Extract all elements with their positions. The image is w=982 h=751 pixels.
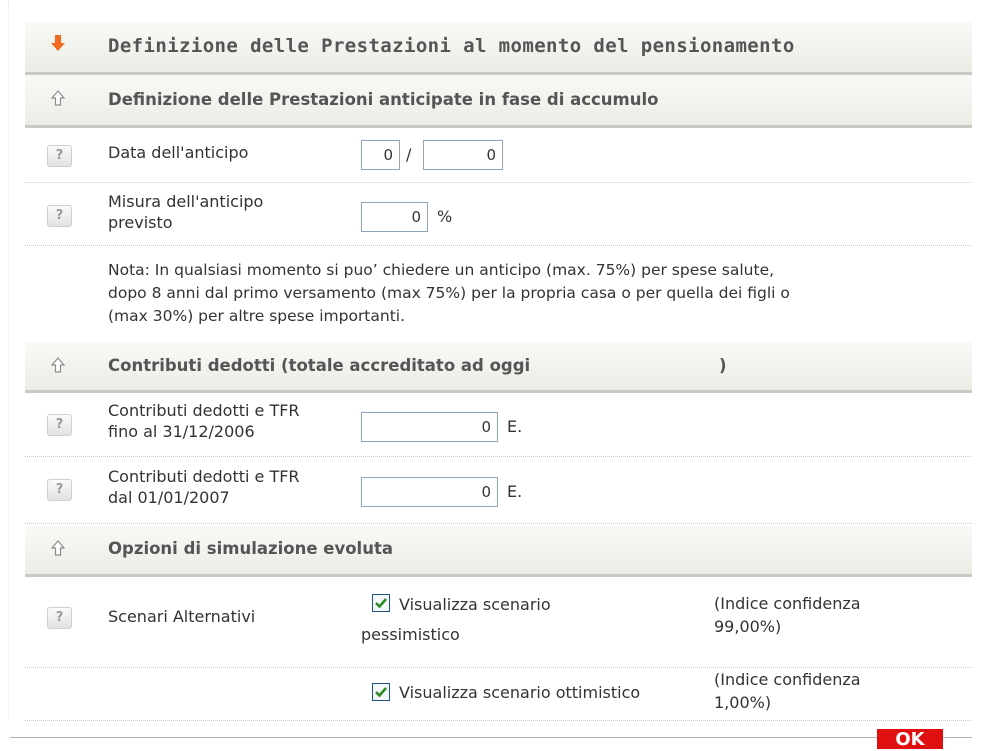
nota-line-2: dopo 8 anni dal primo versamento (max 75… bbox=[108, 284, 790, 302]
nota-line-1: Nota: In qualsiasi momento si puo’ chied… bbox=[108, 261, 775, 279]
contributi-fino-input[interactable] bbox=[361, 412, 498, 442]
pessimistico-checkbox[interactable] bbox=[372, 594, 390, 612]
nota-block: Nota: In qualsiasi momento si puo’ chied… bbox=[25, 248, 972, 340]
percent-unit: % bbox=[437, 207, 453, 226]
data-anticipo-label: Data dell'anticipo bbox=[108, 143, 249, 162]
ottimistico-label: Visualizza scenario ottimistico bbox=[399, 683, 641, 702]
contributi-section-title-close: ) bbox=[719, 356, 727, 375]
misura-anticipo-label-line2: previsto bbox=[108, 213, 173, 232]
data-anticipo-row: ? Data dell'anticipo / bbox=[25, 128, 972, 183]
contributi-dal-row: ? Contributi dedotti e TFR dal 01/01/200… bbox=[25, 457, 972, 524]
anticipate-section-header[interactable]: Definizione delle Prestazioni anticipate… bbox=[25, 75, 972, 128]
contributi-dal-label-line2: dal 01/01/2007 bbox=[108, 488, 230, 507]
ok-button[interactable]: OK bbox=[877, 729, 943, 750]
pessimistico-label-line1: Visualizza scenario bbox=[399, 595, 551, 614]
gray-up-arrow-icon bbox=[51, 90, 65, 106]
pessimistico-confidence-line1: (Indice confidenza bbox=[714, 594, 861, 613]
scenario-ottimistico-row: Visualizza scenario ottimistico (Indice … bbox=[25, 668, 972, 721]
checkmark-icon bbox=[375, 598, 387, 609]
orange-down-arrow-icon bbox=[51, 35, 65, 51]
left-edge-divider bbox=[5, 0, 9, 720]
contributi-dal-label-line1: Contributi dedotti e TFR bbox=[108, 467, 300, 486]
scenario-pessimistico-row: ? Scenari Alternativi Visualizza scenari… bbox=[25, 577, 972, 668]
misura-anticipo-input[interactable] bbox=[361, 202, 428, 232]
main-section-title: Definizione delle Prestazioni al momento… bbox=[108, 35, 795, 57]
pessimistico-confidence-line2: 99,00%) bbox=[714, 617, 782, 636]
help-icon[interactable]: ? bbox=[47, 205, 72, 227]
help-icon[interactable]: ? bbox=[47, 479, 72, 501]
ottimistico-confidence-line1: (Indice confidenza bbox=[714, 670, 861, 689]
data-anticipo-year-input[interactable] bbox=[423, 140, 503, 170]
misura-anticipo-row: ? Misura dell'anticipo previsto % bbox=[25, 183, 972, 246]
date-separator: / bbox=[406, 145, 412, 164]
help-icon[interactable]: ? bbox=[47, 145, 72, 167]
opzioni-section-title: Opzioni di simulazione evoluta bbox=[108, 539, 393, 558]
help-icon[interactable]: ? bbox=[47, 607, 72, 629]
pessimistico-label-line2: pessimistico bbox=[361, 625, 460, 644]
gray-up-arrow-icon bbox=[51, 357, 65, 373]
contributi-fino-row: ? Contributi dedotti e TFR fino al 31/12… bbox=[25, 393, 972, 457]
contributi-fino-label-line1: Contributi dedotti e TFR bbox=[108, 401, 300, 420]
prestazioni-panel: Definizione delle Prestazioni al momento… bbox=[10, 0, 972, 749]
ottimistico-checkbox[interactable] bbox=[372, 683, 390, 701]
help-icon[interactable]: ? bbox=[47, 414, 72, 436]
gray-up-arrow-icon bbox=[51, 540, 65, 556]
ottimistico-confidence-line2: 1,00%) bbox=[714, 693, 772, 712]
scenari-alternativi-label: Scenari Alternativi bbox=[108, 607, 256, 626]
opzioni-section-header[interactable]: Opzioni di simulazione evoluta bbox=[25, 526, 972, 577]
contributi-fino-unit: E. bbox=[507, 417, 523, 436]
data-anticipo-month-input[interactable] bbox=[361, 140, 400, 170]
contributi-dal-unit: E. bbox=[507, 482, 523, 501]
main-section-header[interactable]: Definizione delle Prestazioni al momento… bbox=[25, 22, 972, 75]
misura-anticipo-label-line1: Misura dell'anticipo bbox=[108, 192, 264, 211]
contributi-fino-label-line2: fino al 31/12/2006 bbox=[108, 422, 255, 441]
contributi-section-title: Contributi dedotti (totale accreditato a… bbox=[108, 356, 531, 375]
checkmark-icon bbox=[375, 687, 387, 698]
contributi-section-header[interactable]: Contributi dedotti (totale accreditato a… bbox=[25, 342, 972, 393]
anticipate-section-title: Definizione delle Prestazioni anticipate… bbox=[108, 90, 659, 109]
bottom-divider bbox=[10, 737, 972, 738]
nota-line-3: (max 30%) per altre spese importanti. bbox=[108, 307, 406, 325]
contributi-dal-input[interactable] bbox=[361, 477, 498, 507]
